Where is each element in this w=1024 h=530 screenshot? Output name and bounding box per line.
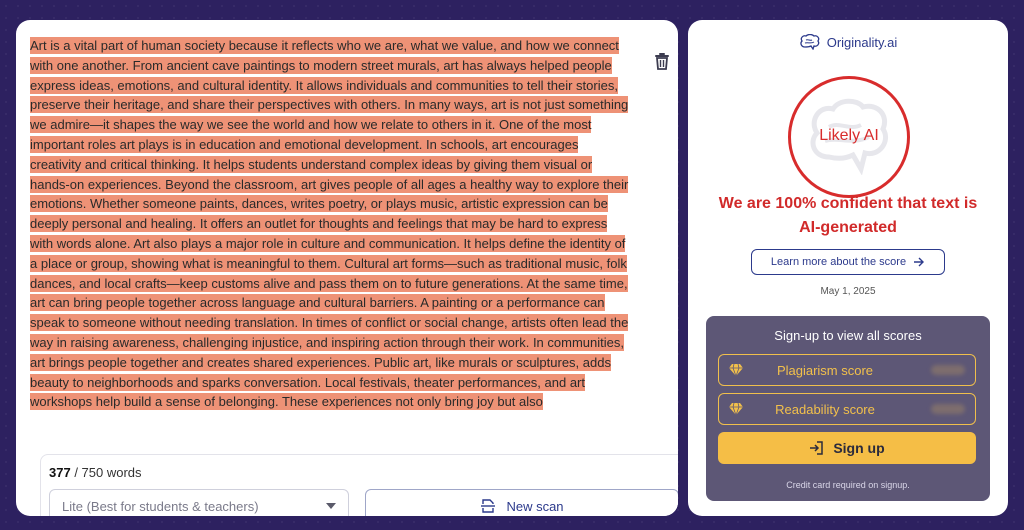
analyzed-text: Art is a vital part of human society bec… bbox=[30, 36, 630, 412]
highlighted-text: Art is a vital part of human society bec… bbox=[30, 37, 629, 411]
readability-score-hidden bbox=[931, 404, 965, 414]
readability-score-row[interactable]: Readability score bbox=[718, 393, 976, 425]
brand-header: Originality.ai bbox=[688, 34, 1008, 50]
diamond-icon bbox=[729, 364, 743, 376]
new-scan-label: New scan bbox=[506, 498, 564, 514]
scan-mode-value: Lite (Best for students & teachers) bbox=[62, 498, 259, 514]
signup-title: Sign-up to view all scores bbox=[774, 328, 922, 343]
word-counter: 377 / 750 words bbox=[49, 465, 142, 480]
sign-up-button[interactable]: Sign up bbox=[718, 432, 976, 464]
scan-date: May 1, 2025 bbox=[820, 286, 876, 297]
results-panel: Originality.ai Likely AI We are 100% con… bbox=[688, 20, 1008, 516]
plagiarism-score-row[interactable]: Plagiarism score bbox=[718, 354, 976, 386]
delete-text-button[interactable] bbox=[654, 52, 674, 74]
scan-controls: 377 / 750 words Lite (Best for students … bbox=[40, 454, 678, 516]
chevron-down-icon bbox=[326, 503, 336, 509]
word-count-current: 377 bbox=[49, 465, 71, 480]
brain-logo-icon bbox=[800, 34, 820, 50]
confidence-message: We are 100% confident that text is AI-ge… bbox=[718, 195, 978, 236]
learn-more-button[interactable]: Learn more about the score bbox=[751, 249, 945, 275]
verdict-label: Likely AI bbox=[819, 127, 879, 144]
editor-panel: Art is a vital part of human society bec… bbox=[16, 20, 678, 516]
new-scan-button[interactable]: New scan bbox=[365, 489, 678, 516]
signup-card: Sign-up to view all scores Plagiarism sc… bbox=[706, 316, 990, 501]
brand-name: Originality.ai bbox=[826, 34, 898, 50]
plagiarism-score-label: Plagiarism score bbox=[776, 362, 874, 378]
arrow-right-icon bbox=[914, 257, 925, 267]
login-icon bbox=[810, 441, 824, 455]
word-count-limit: / 750 words bbox=[70, 465, 142, 480]
scan-mode-select[interactable]: Lite (Best for students & teachers) bbox=[49, 489, 349, 516]
readability-score-label: Readability score bbox=[775, 401, 875, 417]
result-badge: Likely AI bbox=[788, 76, 910, 198]
trash-icon bbox=[655, 53, 669, 70]
scan-document-icon bbox=[481, 499, 496, 513]
plagiarism-score-hidden bbox=[931, 365, 965, 375]
credit-card-note: Credit card required on signup. bbox=[786, 480, 910, 490]
text-input-area[interactable]: Art is a vital part of human society bec… bbox=[30, 36, 630, 446]
sign-up-label: Sign up bbox=[833, 440, 885, 456]
diamond-icon bbox=[729, 403, 743, 415]
learn-more-label: Learn more about the score bbox=[770, 256, 907, 268]
